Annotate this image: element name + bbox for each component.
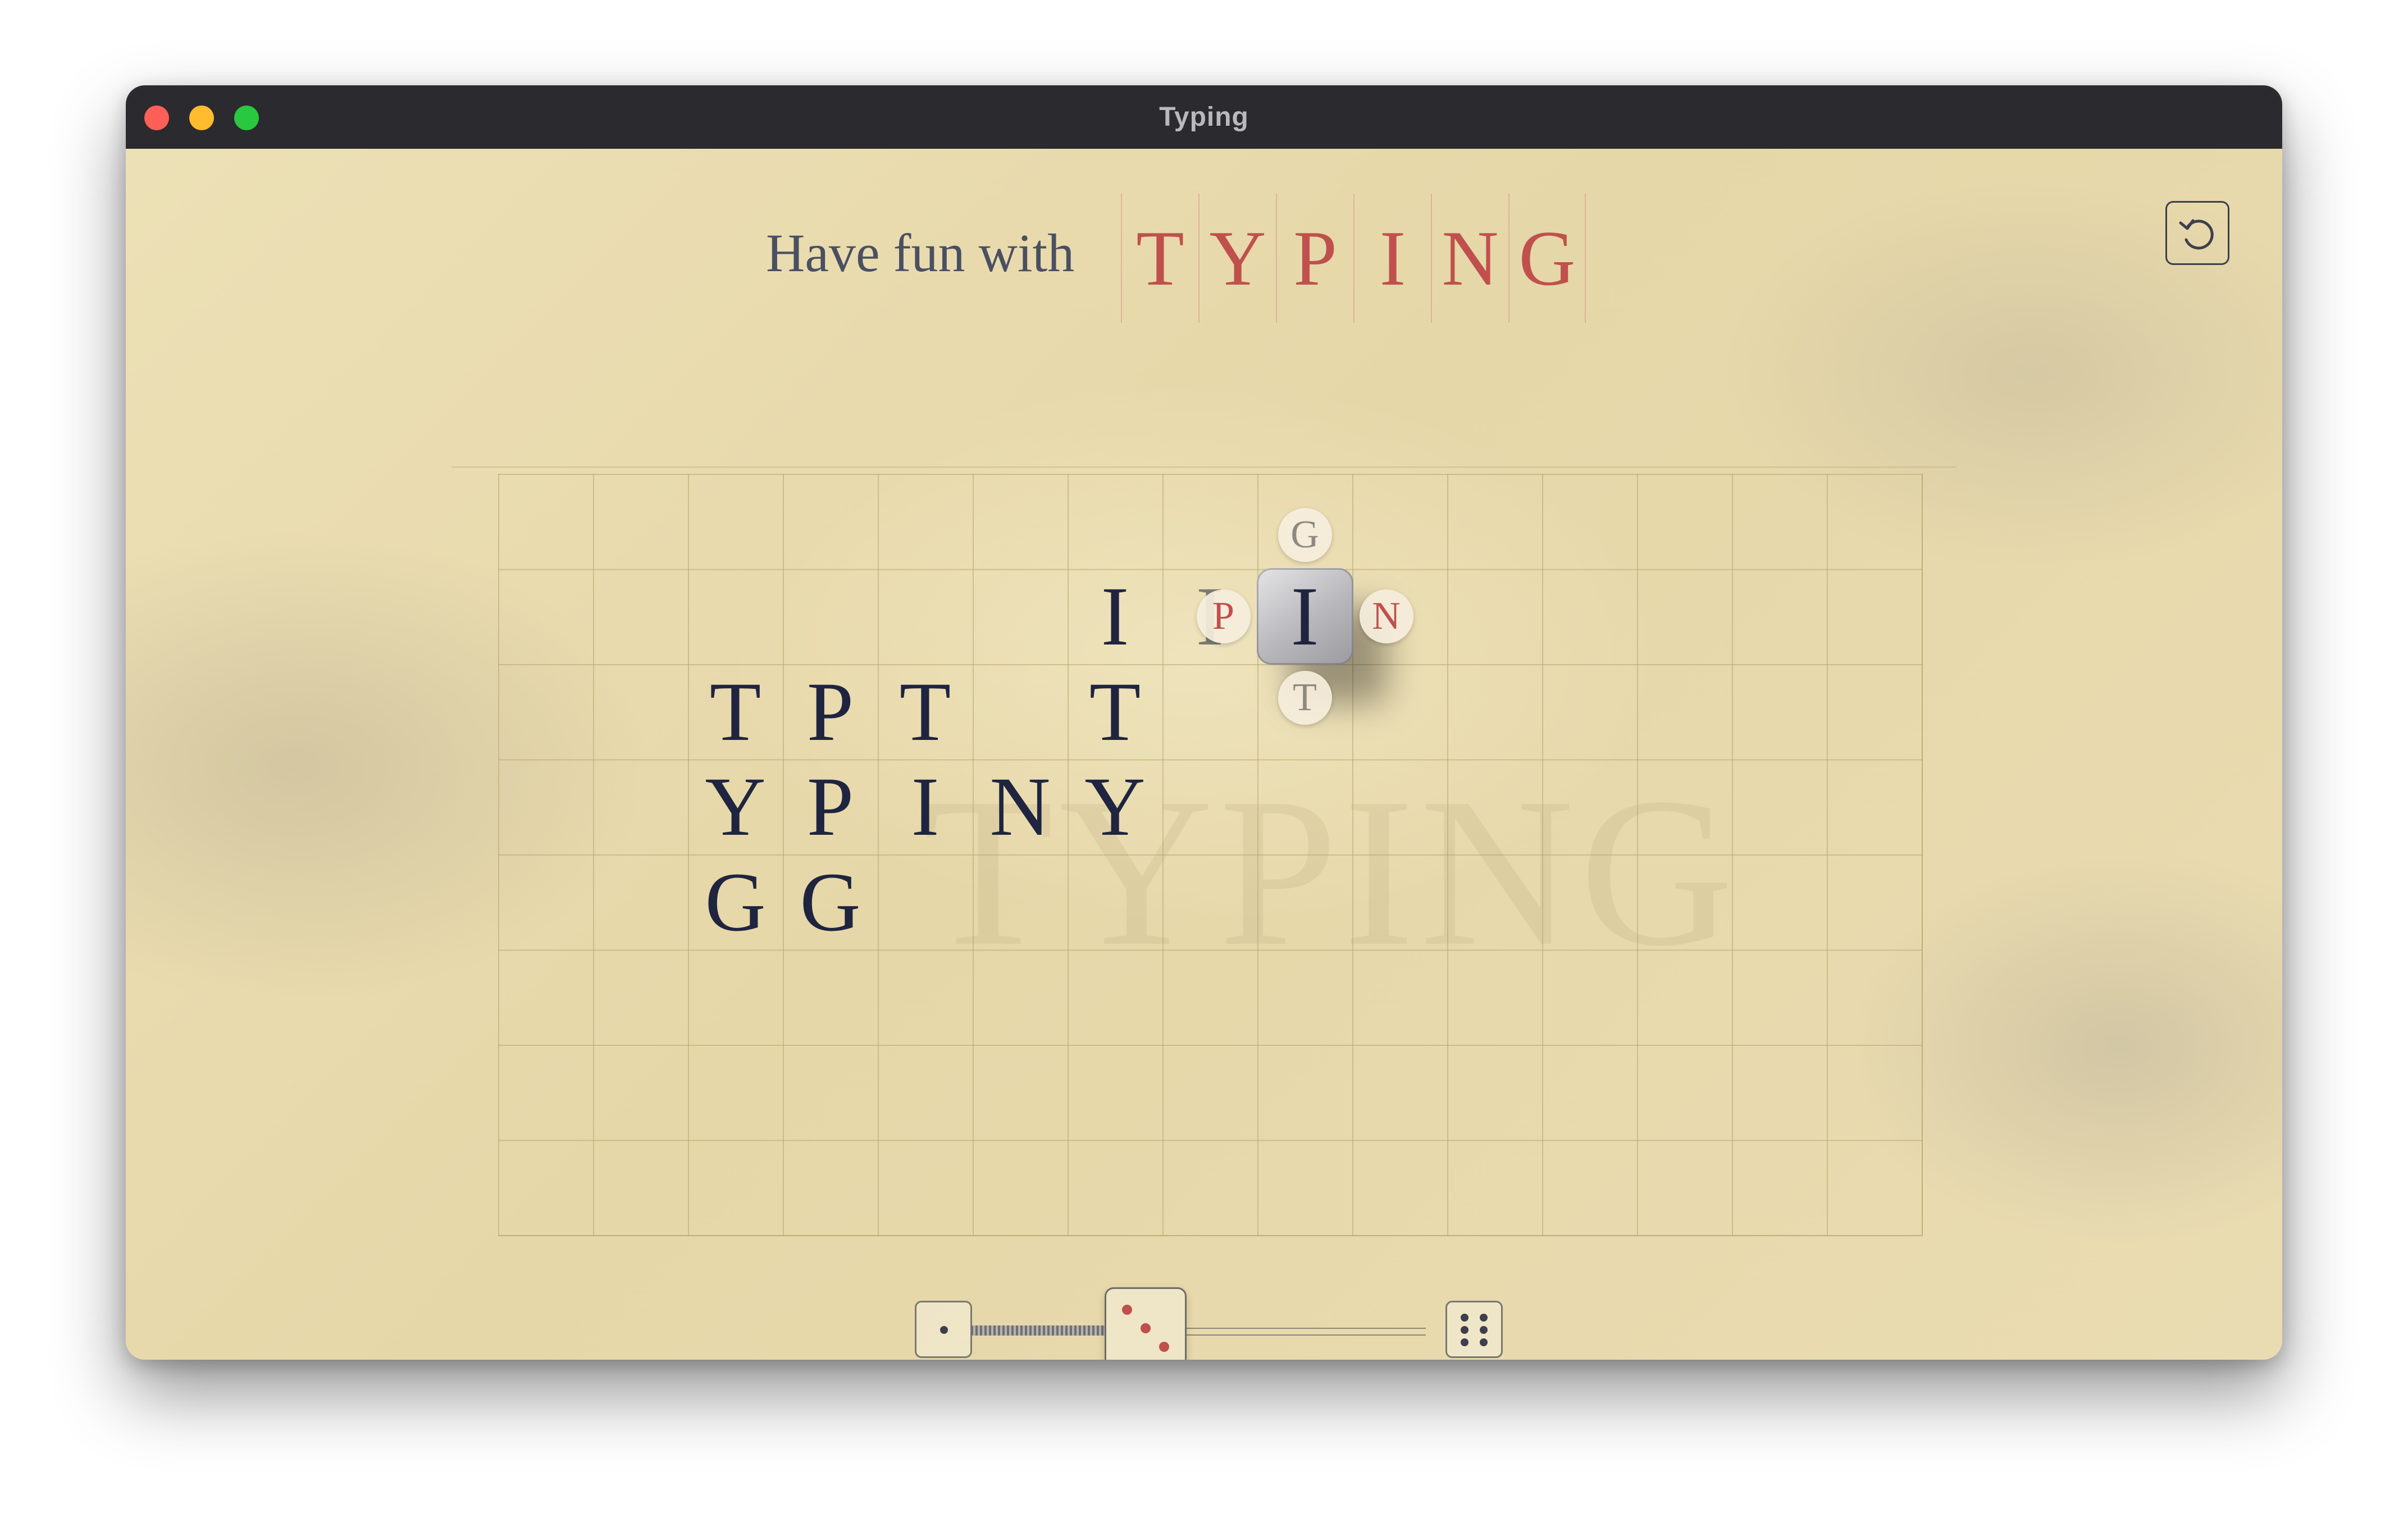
die-option-left[interactable]: P (1196, 589, 1251, 644)
divider-line (452, 467, 1956, 468)
pip (1461, 1326, 1468, 1334)
title-bar: Typing (126, 85, 2282, 149)
placed-letter: I (1101, 570, 1129, 663)
slider-track[interactable] (1184, 1328, 1426, 1336)
pip (1141, 1323, 1151, 1333)
target-letter: T (1121, 194, 1198, 323)
placed-letter: T (709, 665, 761, 758)
dice-slider[interactable] (915, 1287, 1510, 1360)
target-letter: Y (1198, 194, 1276, 323)
die-option-up[interactable]: G (1278, 508, 1332, 563)
placed-letter: N (989, 760, 1051, 853)
target-word: T Y P I N G (1121, 194, 1586, 323)
placed-letter: G (705, 855, 766, 949)
pip (1461, 1314, 1468, 1322)
window-title: Typing (1159, 102, 1249, 132)
placed-letter: P (806, 665, 854, 758)
min-face-die[interactable] (915, 1301, 972, 1358)
game-area: Have fun with T Y P I N G TYPING I T P T… (126, 149, 2282, 1360)
pip (1122, 1305, 1132, 1315)
target-letter: G (1508, 194, 1586, 323)
active-die[interactable]: I (1256, 568, 1353, 665)
stage: Typing Have fun with T Y P I N G TYPING … (0, 0, 2408, 1527)
undo-icon (2179, 219, 2214, 250)
heading-prefix: Have fun with (766, 223, 1075, 283)
undo-button[interactable] (2165, 201, 2229, 265)
close-window-button[interactable] (144, 106, 169, 130)
pip (1461, 1338, 1468, 1346)
pip (940, 1326, 948, 1334)
placed-letter: I (911, 760, 940, 853)
placed-letter: T (1089, 665, 1141, 758)
slider-handle-die[interactable] (1105, 1287, 1187, 1360)
target-letter: I (1353, 194, 1431, 323)
slider-track-filled[interactable] (971, 1325, 1106, 1336)
app-window: Typing Have fun with T Y P I N G TYPING … (126, 85, 2282, 1360)
die-option-right[interactable]: N (1359, 589, 1413, 644)
placed-letter: Y (705, 760, 766, 853)
pip (1480, 1338, 1488, 1346)
placed-letter: P (806, 760, 854, 853)
maximize-window-button[interactable] (234, 106, 259, 130)
placed-letter: G (800, 855, 861, 949)
max-face-die[interactable] (1445, 1301, 1503, 1358)
pip (1480, 1314, 1488, 1322)
placed-letter: T (899, 665, 951, 758)
die-option-down[interactable]: T (1278, 671, 1332, 725)
target-letter: N (1431, 194, 1508, 323)
pip (1480, 1326, 1488, 1334)
minimize-window-button[interactable] (189, 106, 214, 130)
pip (1159, 1342, 1169, 1352)
target-letter: P (1276, 194, 1353, 323)
placed-letter: Y (1084, 760, 1146, 853)
